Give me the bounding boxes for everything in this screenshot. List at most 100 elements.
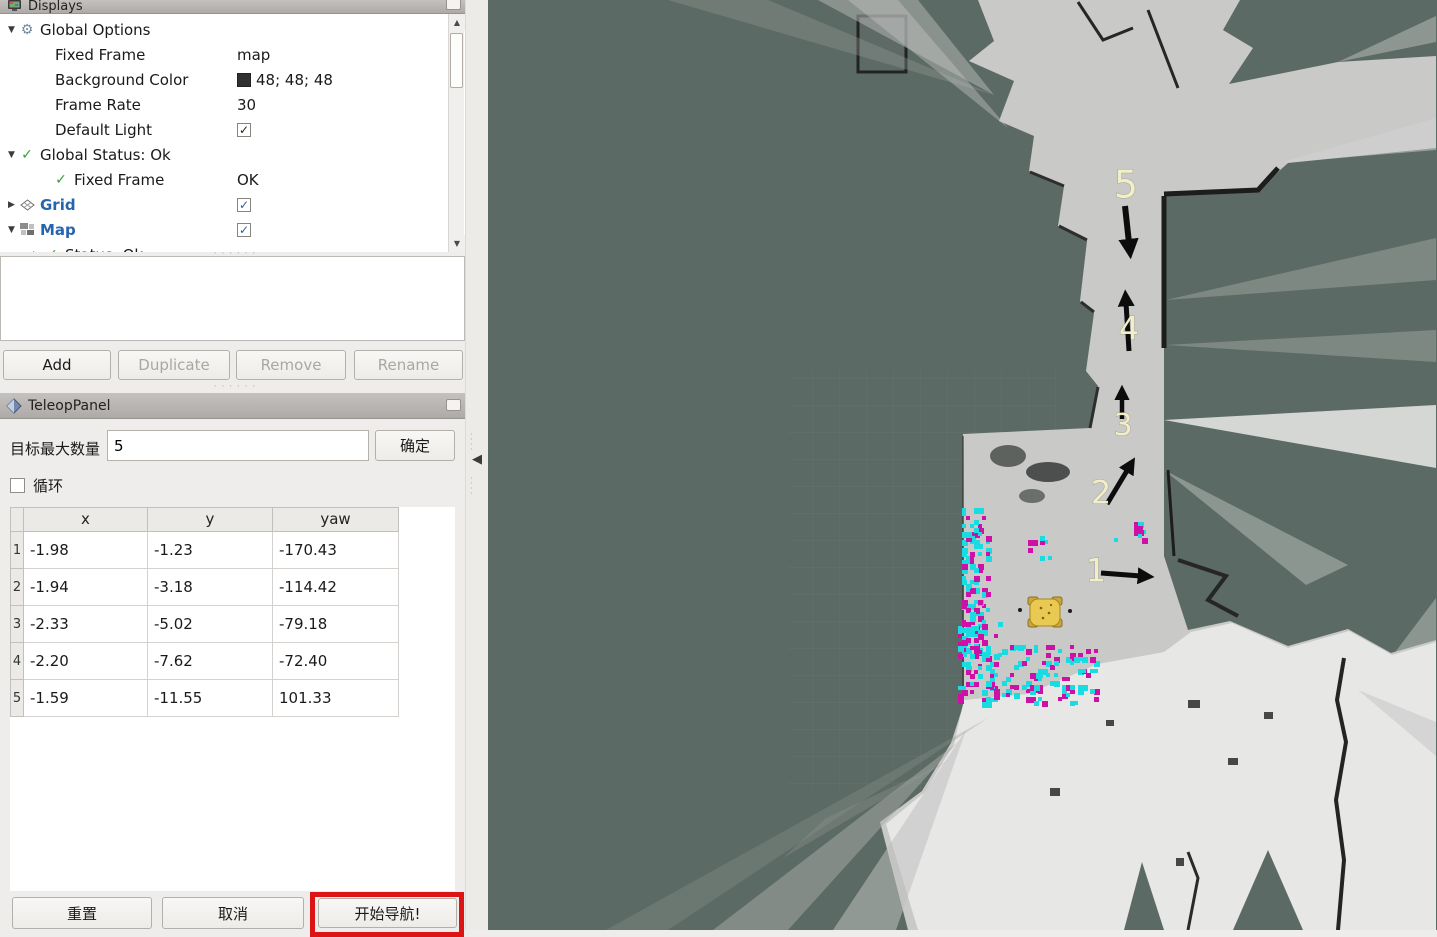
expand-down-icon[interactable]: ▼ [5, 25, 18, 35]
map-enabled-checkbox[interactable]: ✓ [237, 223, 251, 237]
waypoint-table[interactable]: x y yaw 1 -1.98 -1.23 -170.43 2 -1.94 -3… [10, 507, 455, 891]
cell-y[interactable]: -3.18 [148, 569, 273, 606]
tree-row-fixed-frame-status[interactable]: ✓ Fixed Frame OK [0, 167, 447, 192]
tree-scrollbar[interactable]: ▲ ▼ [448, 14, 464, 252]
cell-yaw[interactable]: -114.42 [273, 569, 399, 606]
remove-button[interactable]: Remove [236, 350, 346, 380]
tree-row-map[interactable]: ▼ Map ✓ [0, 217, 447, 242]
tree-row-grid[interactable]: ▶ Grid ✓ [0, 192, 447, 217]
pointcloud-point [986, 654, 990, 658]
grid-enabled-checkbox[interactable]: ✓ [237, 198, 251, 212]
pointcloud-point [1040, 556, 1045, 561]
expand-down-icon[interactable]: ▼ [5, 150, 18, 160]
cell-yaw[interactable]: 101.33 [273, 680, 399, 717]
scroll-down-button[interactable]: ▼ [449, 235, 465, 252]
default-light-checkbox[interactable]: ✓ [237, 123, 251, 137]
cell-x[interactable]: -1.94 [24, 569, 148, 606]
pointcloud-point [1010, 673, 1014, 677]
confirm-button[interactable]: 确定 [375, 430, 455, 461]
pointcloud-point [1034, 701, 1039, 706]
reset-button[interactable]: 重置 [12, 897, 152, 929]
rviz-3d-viewport[interactable]: 12345 [488, 0, 1437, 930]
displays-panel-titlebar[interactable]: Displays [0, 0, 465, 14]
pointcloud-point [962, 508, 966, 512]
tree-row-global-status[interactable]: ▼ ✓ Global Status: Ok [0, 142, 447, 167]
pointcloud-point [1070, 685, 1075, 690]
pointcloud-point [1002, 649, 1008, 655]
pointcloud-point [1138, 534, 1142, 538]
cell-y[interactable]: -1.23 [148, 532, 273, 569]
status-ok-check-icon: ✓ [43, 247, 61, 253]
cell-x[interactable]: -1.59 [24, 680, 148, 717]
map-canvas[interactable]: 12345 [488, 0, 1437, 930]
pointcloud-point [1094, 697, 1098, 701]
frame-rate-value[interactable]: 30 [237, 96, 256, 114]
pointcloud-point [994, 634, 998, 638]
rename-button[interactable]: Rename [354, 350, 463, 380]
cell-x[interactable]: -1.98 [24, 532, 148, 569]
cell-yaw[interactable]: -79.18 [273, 606, 399, 643]
pointcloud-point [982, 588, 986, 592]
pointcloud-point [1070, 701, 1075, 706]
vertical-splitter[interactable]: ···· ◀ ···· [465, 0, 488, 930]
table-row[interactable]: 5 -1.59 -11.55 101.33 [10, 680, 399, 717]
table-row[interactable]: 1 -1.98 -1.23 -170.43 [10, 532, 399, 569]
pointcloud-point [1048, 556, 1052, 560]
cell-y[interactable]: -5.02 [148, 606, 273, 643]
row-number: 4 [10, 643, 24, 680]
pointcloud-point [966, 532, 972, 538]
table-row[interactable]: 2 -1.94 -3.18 -114.42 [10, 569, 399, 606]
tree-row-global-options[interactable]: ▼ ⚙ Global Options [0, 17, 447, 42]
cancel-button[interactable]: 取消 [162, 897, 304, 929]
pointcloud-point [1054, 661, 1059, 666]
start-navigation-button[interactable]: 开始导航! [318, 898, 457, 928]
pointcloud-point [1014, 665, 1019, 670]
tree-row-fixed-frame[interactable]: Fixed Frame map [0, 42, 447, 67]
teleop-panel-titlebar[interactable]: TeleopPanel [0, 393, 465, 419]
table-row[interactable]: 4 -2.20 -7.62 -72.40 [10, 643, 399, 680]
pointcloud-point [1014, 693, 1020, 699]
tree-label: Background Color [55, 71, 188, 89]
teleop-panel-icon [6, 398, 22, 414]
tree-row-default-light[interactable]: Default Light ✓ [0, 117, 447, 142]
teleop-float-button[interactable] [446, 399, 461, 411]
pointcloud-point [1026, 697, 1032, 703]
pointcloud-point [1094, 649, 1098, 653]
loop-checkbox[interactable] [10, 478, 25, 493]
fixed-frame-value[interactable]: map [237, 46, 270, 64]
tree-row-background-color[interactable]: Background Color 48; 48; 48 [0, 67, 447, 92]
collapse-panel-icon[interactable]: ◀ [472, 452, 482, 467]
displays-panel-title: Displays [28, 0, 83, 14]
color-value-text: 48; 48; 48 [256, 71, 333, 89]
table-row[interactable]: 3 -2.33 -5.02 -79.18 [10, 606, 399, 643]
duplicate-button[interactable]: Duplicate [118, 350, 230, 380]
displays-float-button[interactable] [446, 0, 461, 10]
column-header-y[interactable]: y [148, 507, 273, 532]
tree-label: Fixed Frame [55, 46, 145, 64]
scroll-up-button[interactable]: ▲ [449, 14, 465, 31]
cell-x[interactable]: -2.33 [24, 606, 148, 643]
pointcloud-point [970, 556, 974, 560]
background-color-value[interactable]: 48; 48; 48 [237, 71, 333, 89]
max-goals-input[interactable] [107, 430, 369, 461]
cell-y[interactable]: -7.62 [148, 643, 273, 680]
column-header-x[interactable]: x [24, 507, 148, 532]
expand-right-icon[interactable]: ▶ [30, 250, 43, 253]
tree-row-frame-rate[interactable]: Frame Rate 30 [0, 92, 447, 117]
cell-y[interactable]: -11.55 [148, 680, 273, 717]
pointcloud-point [1086, 649, 1091, 654]
expand-down-icon[interactable]: ▼ [5, 225, 18, 235]
add-button[interactable]: Add [3, 350, 111, 380]
displays-tree[interactable]: ▼ ⚙ Global Options Fixed Frame map Backg… [0, 14, 465, 252]
cell-yaw[interactable]: -72.40 [273, 643, 399, 680]
pointcloud-point [970, 612, 976, 618]
scrollbar-thumb[interactable] [450, 33, 463, 88]
pointcloud-point [1014, 645, 1019, 650]
expand-right-icon[interactable]: ▶ [5, 200, 18, 210]
panel-splitter-handle[interactable]: · · · · · · [205, 384, 265, 390]
pointcloud-point [958, 626, 962, 630]
pointcloud-point [1090, 669, 1094, 673]
cell-x[interactable]: -2.20 [24, 643, 148, 680]
cell-yaw[interactable]: -170.43 [273, 532, 399, 569]
column-header-yaw[interactable]: yaw [273, 507, 399, 532]
